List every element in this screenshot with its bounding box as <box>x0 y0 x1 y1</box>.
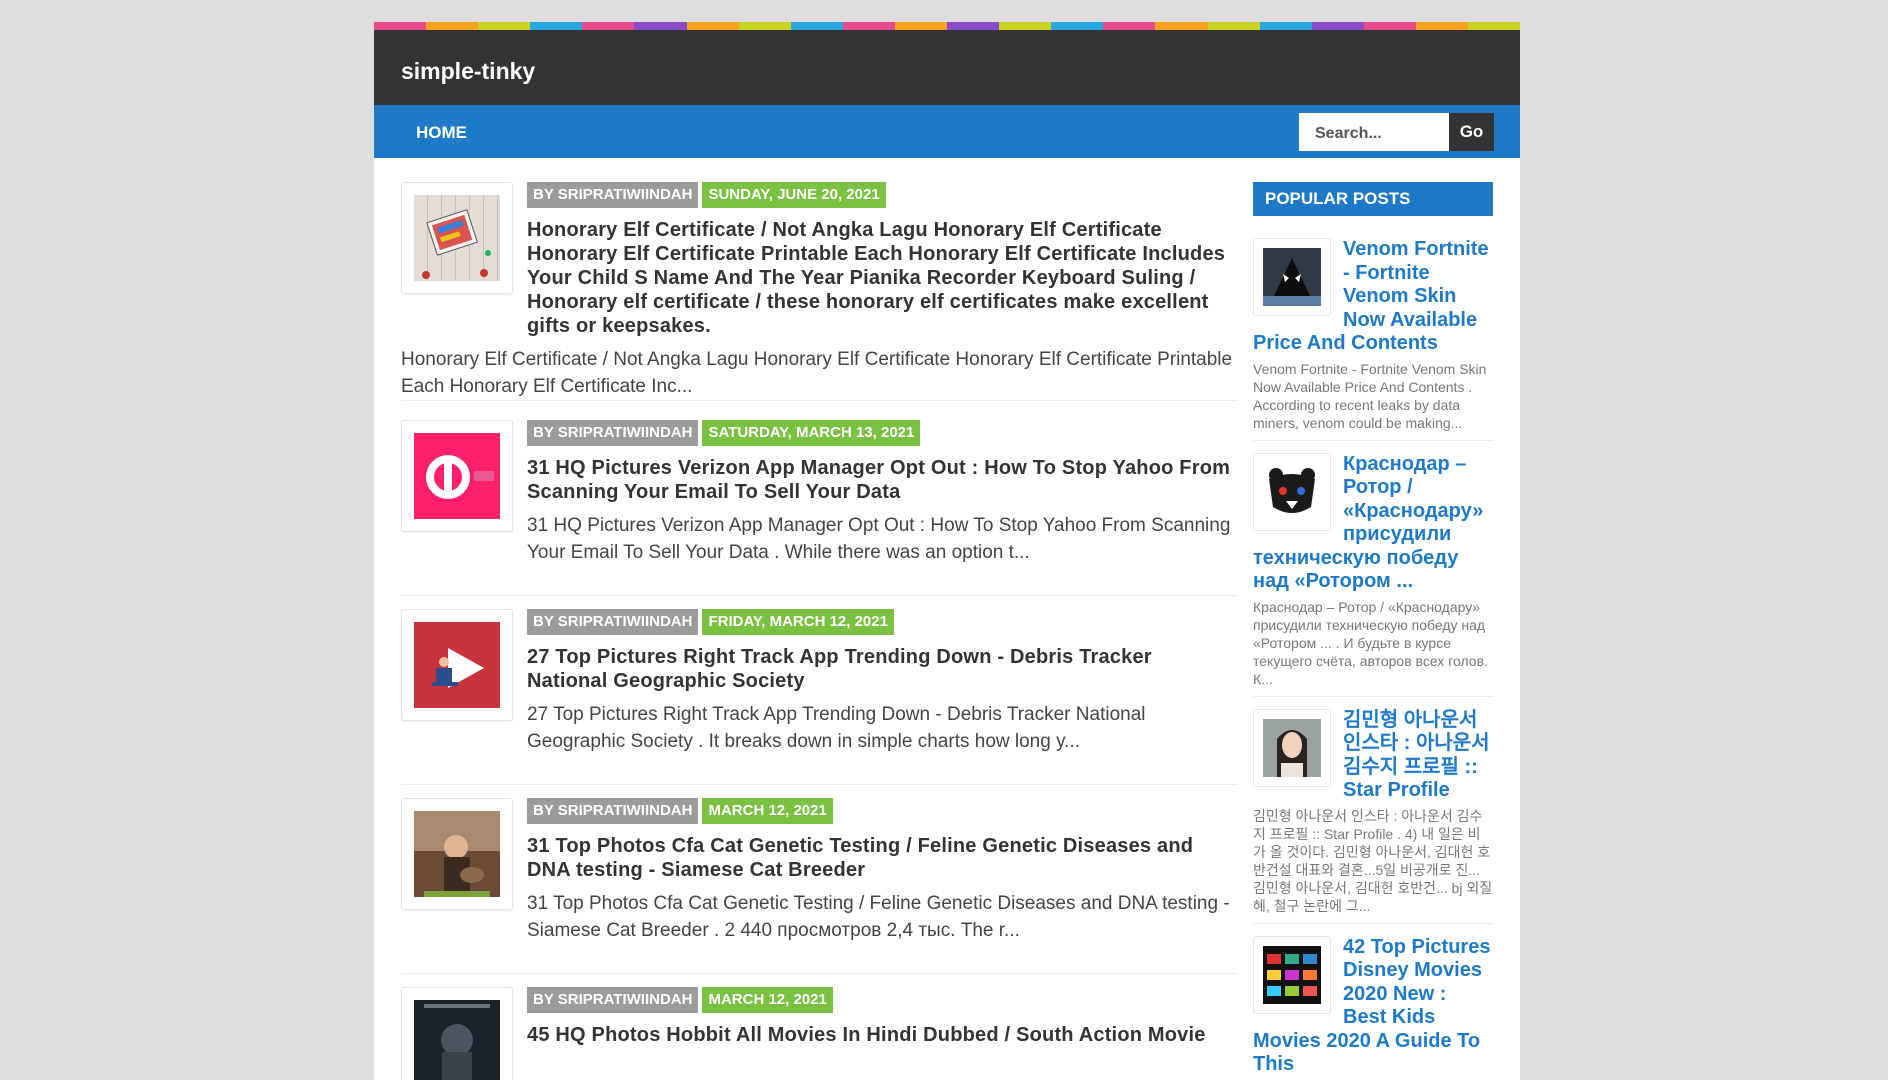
post-meta: BY SRIPRATIWIINDAH MARCH 12, 2021 <box>527 987 833 1013</box>
author-badge[interactable]: BY SRIPRATIWIINDAH <box>527 987 699 1013</box>
stripe-segment <box>894 22 948 30</box>
nav-bar: HOME Search... Go <box>374 105 1520 158</box>
stripe-segment <box>790 22 843 30</box>
hobbit-poster-icon <box>414 1000 500 1080</box>
search-input[interactable]: Search... <box>1299 113 1449 151</box>
author-badge[interactable]: BY SRIPRATIWIINDAH <box>527 609 699 635</box>
popular-post-thumbnail[interactable] <box>1253 238 1331 316</box>
sidebar: POPULAR POSTS Venom Fortnite - Fortnite … <box>1253 182 1493 1080</box>
stripe-segment <box>530 22 583 30</box>
post-meta: BY SRIPRATIWIINDAH SATURDAY, MARCH 13, 2… <box>527 420 921 446</box>
stripe-segment <box>426 22 479 30</box>
popular-post-snippet <box>1253 1077 1493 1080</box>
post-title[interactable]: 31 HQ Pictures Verizon App Manager Opt O… <box>401 456 1237 504</box>
post-thumbnail[interactable] <box>401 420 513 532</box>
popular-post-snippet: Venom Fortnite - Fortnite Venom Skin Now… <box>1253 360 1487 431</box>
stripe-segment <box>1259 22 1312 30</box>
elf-certificate-icon <box>414 195 500 281</box>
post-snippet: Honorary Elf Certificate / Not Angka Lag… <box>401 349 1233 397</box>
post-meta: BY SRIPRATIWIINDAH SUNDAY, JUNE 20, 2021 <box>527 182 886 208</box>
stripe-segment <box>374 22 427 30</box>
post-thumbnail[interactable] <box>401 987 513 1080</box>
venom-icon <box>1263 248 1321 306</box>
disney-movies-icon <box>1263 945 1321 1004</box>
popular-post-item: 김민형 아나운서 인스타 : 아나운서 김수지 프로필 :: Star Prof… <box>1253 708 1493 924</box>
site-title[interactable]: simple-tinky <box>401 58 535 85</box>
post-item: BY SRIPRATIWIINDAH SUNDAY, JUNE 20, 2021… <box>401 182 1237 401</box>
date-badge[interactable]: MARCH 12, 2021 <box>702 987 833 1013</box>
cat-photo-icon <box>414 811 500 897</box>
post-meta: BY SRIPRATIWIINDAH MARCH 12, 2021 <box>527 798 833 824</box>
stripe-segment <box>947 22 1000 30</box>
post-title[interactable]: 45 HQ Photos Hobbit All Movies In Hindi … <box>401 1023 1237 1047</box>
author-badge[interactable]: BY SRIPRATIWIINDAH <box>527 182 699 208</box>
post-meta: BY SRIPRATIWIINDAH FRIDAY, MARCH 12, 202… <box>527 609 894 635</box>
post-title[interactable]: Honorary Elf Certificate / Not Angka Lag… <box>401 218 1237 338</box>
post-item: BY SRIPRATIWIINDAH FRIDAY, MARCH 12, 202… <box>401 609 1237 785</box>
play-button-icon <box>414 622 500 708</box>
stripe-segment <box>1311 22 1364 30</box>
stripe-segment <box>686 22 739 30</box>
nav-home-link[interactable]: HOME <box>416 123 467 143</box>
popular-post-thumbnail[interactable] <box>1253 935 1331 1014</box>
verizon-app-icon <box>414 433 500 519</box>
stripe-segment <box>1051 22 1104 30</box>
post-thumbnail[interactable] <box>401 182 513 294</box>
bear-logo-icon <box>1263 462 1321 521</box>
stripe-segment <box>1103 22 1156 30</box>
popular-post-snippet: Краснодар – Ротор / «Краснодару» присуди… <box>1253 598 1488 687</box>
post-snippet: 31 HQ Pictures Verizon App Manager Opt O… <box>527 515 1231 563</box>
post-snippet: 31 Top Photos Cfa Cat Genetic Testing / … <box>527 893 1230 941</box>
stripe-segment <box>1207 22 1260 30</box>
post-item: BY SRIPRATIWIINDAH MARCH 12, 2021 31 Top… <box>401 798 1237 974</box>
stripe-segment <box>478 22 531 30</box>
stripe-segment <box>842 22 895 30</box>
color-stripe <box>374 22 1520 30</box>
popular-post-item: 42 Top Pictures Disney Movies 2020 New :… <box>1253 935 1493 1080</box>
post-title[interactable]: 31 Top Photos Cfa Cat Genetic Testing / … <box>401 834 1237 882</box>
post-list: BY SRIPRATIWIINDAH SUNDAY, JUNE 20, 2021… <box>401 182 1237 1080</box>
popular-posts-heading: POPULAR POSTS <box>1253 182 1493 216</box>
stripe-segment <box>999 22 1052 30</box>
stripe-segment <box>582 22 635 30</box>
author-badge[interactable]: BY SRIPRATIWIINDAH <box>527 420 699 446</box>
page-container: simple-tinky HOME Search... Go BY SRIPRA… <box>374 22 1520 1080</box>
popular-post-thumbnail[interactable] <box>1253 452 1331 531</box>
stripe-segment <box>738 22 791 30</box>
search-go-button[interactable]: Go <box>1449 113 1494 151</box>
stripe-segment <box>1415 22 1468 30</box>
popular-post-item: Краснодар – Ротор / «Краснодару» присуди… <box>1253 452 1493 697</box>
date-badge[interactable]: MARCH 12, 2021 <box>702 798 833 824</box>
portrait-icon <box>1263 718 1321 777</box>
post-snippet: 27 Top Pictures Right Track App Trending… <box>527 704 1146 752</box>
popular-post-thumbnail[interactable] <box>1253 708 1331 787</box>
date-badge[interactable]: SUNDAY, JUNE 20, 2021 <box>702 182 886 208</box>
popular-post-item: Venom Fortnite - Fortnite Venom Skin Now… <box>1253 238 1493 441</box>
author-badge[interactable]: BY SRIPRATIWIINDAH <box>527 798 699 824</box>
popular-post-snippet: 김민형 아나운서 인스타 : 아나운서 김수지 프로필 :: Star Prof… <box>1253 807 1493 914</box>
post-title[interactable]: 27 Top Pictures Right Track App Trending… <box>401 645 1237 693</box>
post-item: BY SRIPRATIWIINDAH MARCH 12, 2021 45 HQ … <box>401 987 1237 1080</box>
stripe-segment <box>634 22 687 30</box>
stripe-segment <box>1155 22 1208 30</box>
stripe-segment <box>1467 22 1520 30</box>
site-header: simple-tinky <box>374 30 1520 105</box>
post-thumbnail[interactable] <box>401 798 513 910</box>
post-item: BY SRIPRATIWIINDAH SATURDAY, MARCH 13, 2… <box>401 420 1237 596</box>
date-badge[interactable]: SATURDAY, MARCH 13, 2021 <box>702 420 921 446</box>
stripe-segment <box>1363 22 1416 30</box>
date-badge[interactable]: FRIDAY, MARCH 12, 2021 <box>702 609 894 635</box>
post-thumbnail[interactable] <box>401 609 513 721</box>
